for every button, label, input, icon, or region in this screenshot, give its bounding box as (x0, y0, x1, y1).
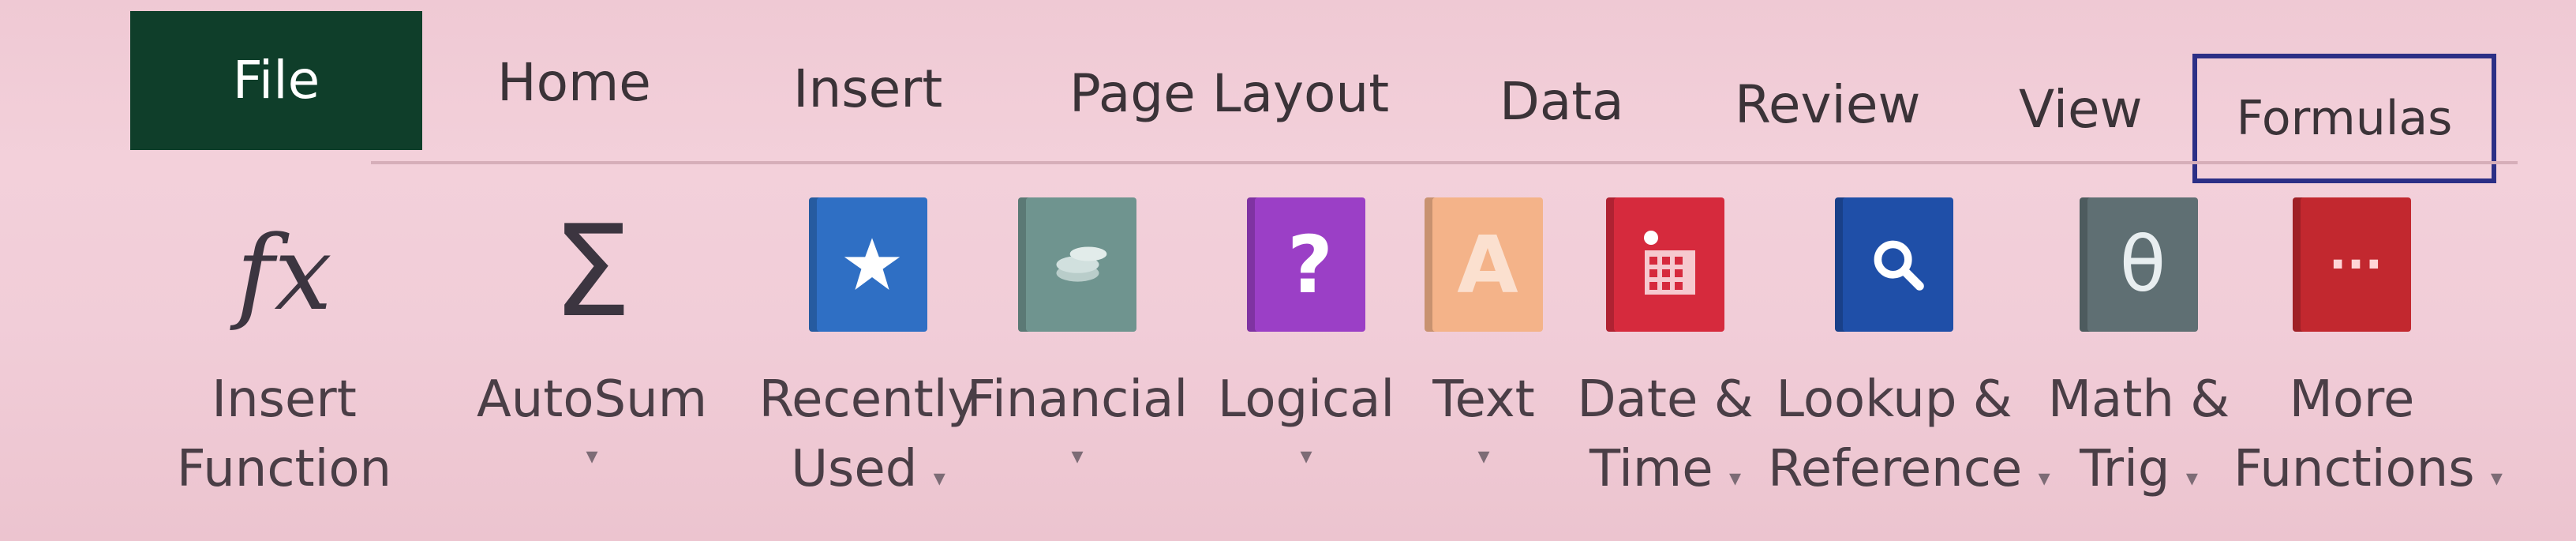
tab-data[interactable]: Data (1500, 76, 1624, 128)
text-functions-button[interactable]: A Text ▾ (1413, 182, 1555, 529)
insert-function-label: Insert Function (154, 365, 414, 504)
tab-page-layout[interactable]: Page Layout (1069, 68, 1389, 120)
text-functions-line1: Text (1432, 370, 1535, 429)
more-functions-line1: More (2289, 370, 2415, 429)
more-functions-label: More Functions ▾ (2233, 365, 2503, 513)
more-functions-line2: Functions (2233, 440, 2475, 498)
more-functions-button[interactable]: ··· More Functions ▾ (2233, 182, 2503, 529)
date-time-label: Date & Time ▾ (1574, 365, 1756, 513)
math-trig-button[interactable]: θ Math & Trig ▾ (2040, 182, 2237, 529)
autosum-line1: AutoSum (476, 370, 708, 429)
tab-page-layout-label: Page Layout (1069, 63, 1390, 124)
ribbon-tab-bar: File Home Insert Page Layout Data Review… (0, 0, 2576, 183)
tab-divider (371, 161, 2518, 164)
insert-function-line1: Insert (212, 370, 357, 429)
tab-review-label: Review (1735, 74, 1921, 135)
logical-button[interactable]: ? Logical ▾ (1211, 182, 1401, 529)
financial-label: Financial (959, 365, 1196, 434)
logical-dropdown-arrow: ▾ (1300, 442, 1312, 470)
tab-view-label: View (2019, 79, 2143, 140)
tab-review[interactable]: Review (1735, 79, 1920, 131)
sigma-icon: Σ (552, 197, 632, 345)
lookup-reference-label: Lookup & Reference ▾ (1768, 365, 2050, 513)
text-dropdown-arrow: ▾ (1477, 442, 1490, 470)
tab-formulas-label: Formulas (2236, 91, 2453, 146)
tab-insert[interactable]: Insert (793, 63, 942, 115)
star-book-icon (809, 197, 927, 332)
calendar-book-icon (1606, 197, 1724, 332)
tab-home[interactable]: Home (497, 57, 651, 109)
date-time-line2: Time (1589, 440, 1713, 498)
financial-dropdown-arrow: ▾ (1071, 442, 1084, 470)
logical-line1: Logical (1217, 370, 1395, 429)
theta-book-icon: θ (2080, 197, 2198, 332)
tab-file-label: File (232, 50, 320, 111)
more-functions-dropdown-arrow: ▾ (2490, 464, 2503, 492)
math-trig-line2: Trig (2080, 440, 2170, 498)
date-time-line1: Date & (1577, 370, 1754, 429)
fx-icon: fx (236, 213, 332, 333)
insert-function-line2: Function (176, 440, 392, 498)
lookup-reference-line1: Lookup & (1776, 370, 2012, 429)
autosum-label: AutoSum (466, 365, 718, 434)
date-time-dropdown-arrow: ▾ (1728, 464, 1742, 492)
autosum-button[interactable]: Σ AutoSum ▾ (466, 182, 718, 529)
tab-home-label: Home (497, 52, 651, 113)
logical-label: Logical (1211, 365, 1401, 434)
coins-book-icon (1018, 197, 1136, 332)
magnifier-book-icon (1835, 197, 1953, 332)
tab-file[interactable]: File (130, 11, 422, 150)
ellipsis-book-icon: ··· (2293, 197, 2411, 332)
lookup-reference-line2: Reference (1768, 440, 2023, 498)
tab-data-label: Data (1500, 71, 1624, 132)
tab-insert-label: Insert (793, 58, 943, 119)
math-trig-dropdown-arrow: ▾ (2185, 464, 2198, 492)
math-trig-label: Math & Trig ▾ (2040, 365, 2237, 513)
letter-a-book-icon: A (1425, 197, 1543, 332)
insert-function-button[interactable]: fx Insert Function (154, 182, 414, 529)
date-time-button[interactable]: Date & Time ▾ (1574, 182, 1756, 529)
recently-used-dropdown-arrow: ▾ (933, 464, 945, 492)
tab-view[interactable]: View (2019, 84, 2143, 136)
financial-button[interactable]: Financial ▾ (959, 182, 1196, 529)
question-book-icon: ? (1247, 197, 1365, 332)
financial-line1: Financial (966, 370, 1189, 429)
lookup-reference-button[interactable]: Lookup & Reference ▾ (1768, 182, 2050, 529)
math-trig-line1: Math & (2047, 370, 2230, 429)
autosum-dropdown-arrow: ▾ (586, 442, 598, 470)
recently-used-line2: Used (791, 440, 918, 498)
text-functions-label: Text (1413, 365, 1555, 434)
